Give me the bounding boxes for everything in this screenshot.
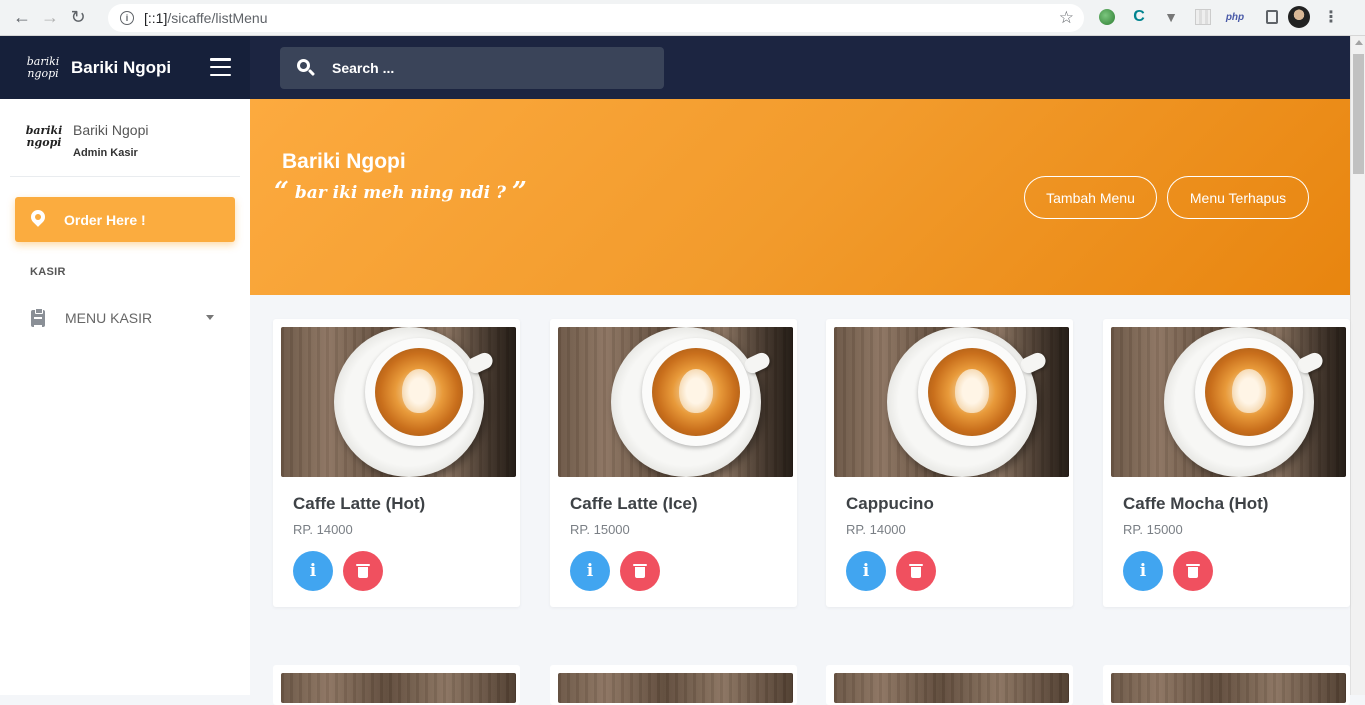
php-extension-icon[interactable]: php	[1224, 6, 1246, 28]
search-box[interactable]	[280, 47, 664, 89]
brand: bariki ngopi Bariki Ngopi	[0, 36, 250, 99]
menu-card: Caffe Latte (Ice) RP. 15000 i	[550, 319, 797, 607]
quote-text: bar iki meh ning ndi ?	[294, 183, 506, 203]
brand-logo: bariki ngopi	[26, 46, 60, 90]
menu-terhapus-button[interactable]: Menu Terhapus	[1167, 176, 1309, 219]
info-button[interactable]: i	[570, 551, 610, 591]
info-button[interactable]: i	[293, 551, 333, 591]
profile-logo: bariki ngopi	[24, 117, 64, 157]
menu-card-partial	[550, 665, 797, 705]
delete-button[interactable]	[896, 551, 936, 591]
sidebar-item-menu-kasir[interactable]: MENU KASIR	[0, 301, 250, 335]
scroll-up-arrow-icon[interactable]	[1355, 40, 1363, 45]
info-button[interactable]: i	[1123, 551, 1163, 591]
profile-logo-line2: ngopi	[26, 136, 62, 149]
trash-icon	[1186, 564, 1200, 578]
menu-card-price: RP. 14000	[293, 522, 353, 537]
info-icon: i	[309, 561, 317, 581]
v-extension-icon[interactable]: ▼	[1160, 6, 1182, 28]
search-icon	[297, 59, 316, 77]
info-icon: i	[862, 561, 870, 581]
browser-menu-icon[interactable]: ⋮	[1320, 6, 1342, 28]
menu-card-partial	[826, 665, 1073, 705]
menu-card-price: RP. 14000	[846, 522, 906, 537]
tambah-menu-button[interactable]: Tambah Menu	[1024, 176, 1157, 219]
trash-icon	[633, 564, 647, 578]
menu-card: Caffe Latte (Hot) RP. 14000 i	[273, 319, 520, 607]
menu-card-name: Caffe Mocha (Hot)	[1123, 494, 1269, 513]
extensions-bar: C ▼ php ⋮	[1096, 6, 1342, 28]
delete-button[interactable]	[1173, 551, 1213, 591]
profile-name: Bariki Ngopi	[73, 122, 149, 138]
menu-card: Cappucino RP. 14000 i	[826, 319, 1073, 607]
menu-card-name: Caffe Latte (Ice)	[570, 494, 698, 513]
info-icon: i	[586, 561, 594, 581]
delete-button[interactable]	[620, 551, 660, 591]
browser-toolbar: ← → ↻ i [::1]/sicaffe/listMenu ☆ C ▼ php…	[0, 0, 1365, 36]
grid-extension-icon[interactable]	[1192, 6, 1214, 28]
menu-card-image	[558, 673, 793, 703]
menu-card-partial	[273, 665, 520, 705]
section-label-kasir: KASIR	[30, 266, 66, 278]
profile-avatar-icon[interactable]	[1288, 6, 1310, 28]
clipboard-icon	[31, 307, 45, 327]
menu-card-image	[558, 327, 793, 477]
profile-role: Admin Kasir	[73, 147, 138, 159]
url-host: [::1]	[144, 10, 168, 26]
logo-text-line1: bariki	[26, 54, 60, 68]
scroll-thumb[interactable]	[1353, 54, 1364, 174]
trash-icon	[909, 564, 923, 578]
order-here-button[interactable]: Order Here !	[15, 197, 235, 242]
hamburger-menu-icon[interactable]	[210, 58, 231, 76]
menu-card-image	[834, 673, 1069, 703]
menu-card: Caffe Mocha (Hot) RP. 15000 i	[1103, 319, 1350, 607]
bookmark-star-icon[interactable]: ☆	[1059, 8, 1074, 28]
hero-banner: Bariki Ngopi “ bar iki meh ning ndi ? ” …	[250, 99, 1350, 295]
globe-extension-icon[interactable]	[1096, 6, 1118, 28]
menu-card-name: Cappucino	[846, 494, 934, 513]
hero-title: Bariki Ngopi	[282, 150, 406, 173]
order-here-label: Order Here !	[64, 211, 146, 228]
site-info-icon[interactable]: i	[120, 11, 134, 25]
quote-close: ”	[511, 177, 527, 207]
menu-card-name: Caffe Latte (Hot)	[293, 494, 426, 513]
forward-arrow-icon[interactable]: →	[36, 4, 64, 32]
app-topbar: bariki ngopi Bariki Ngopi	[0, 36, 1350, 99]
menu-card-price: RP. 15000	[570, 522, 630, 537]
page-scrollbar[interactable]	[1350, 36, 1365, 695]
profile-block: bariki ngopi Bariki Ngopi Admin Kasir	[10, 99, 240, 177]
menu-card-price: RP. 15000	[1123, 522, 1183, 537]
delete-button[interactable]	[343, 551, 383, 591]
c-extension-icon[interactable]: C	[1128, 6, 1150, 28]
info-icon: i	[1139, 561, 1147, 581]
sidebar: bariki ngopi Bariki Ngopi Admin Kasir Or…	[0, 99, 250, 695]
url-path: /sicaffe/listMenu	[167, 10, 268, 26]
url-text[interactable]: [::1]/sicaffe/listMenu	[144, 10, 267, 26]
menu-card-image	[1111, 327, 1346, 477]
sidebar-item-label: MENU KASIR	[65, 310, 153, 326]
menu-card-image	[281, 673, 516, 703]
brand-name[interactable]: Bariki Ngopi	[71, 58, 171, 78]
address-bar[interactable]: i [::1]/sicaffe/listMenu ☆	[108, 4, 1084, 32]
hero-quote: “ bar iki meh ning ndi ? ”	[274, 177, 527, 207]
caret-down-icon	[206, 315, 214, 320]
map-pin-icon	[28, 206, 48, 230]
quote-open: “	[274, 177, 289, 207]
menu-card-image	[281, 327, 516, 477]
cast-icon[interactable]	[1256, 6, 1278, 28]
trash-icon	[356, 564, 370, 578]
menu-card-image	[834, 327, 1069, 477]
info-button[interactable]: i	[846, 551, 886, 591]
logo-text-line2: ngopi	[27, 66, 59, 80]
search-input[interactable]	[332, 60, 632, 76]
menu-card-partial	[1103, 665, 1350, 705]
reload-icon[interactable]: ↻	[64, 4, 92, 32]
menu-card-image	[1111, 673, 1346, 703]
back-arrow-icon[interactable]: ←	[8, 4, 36, 32]
